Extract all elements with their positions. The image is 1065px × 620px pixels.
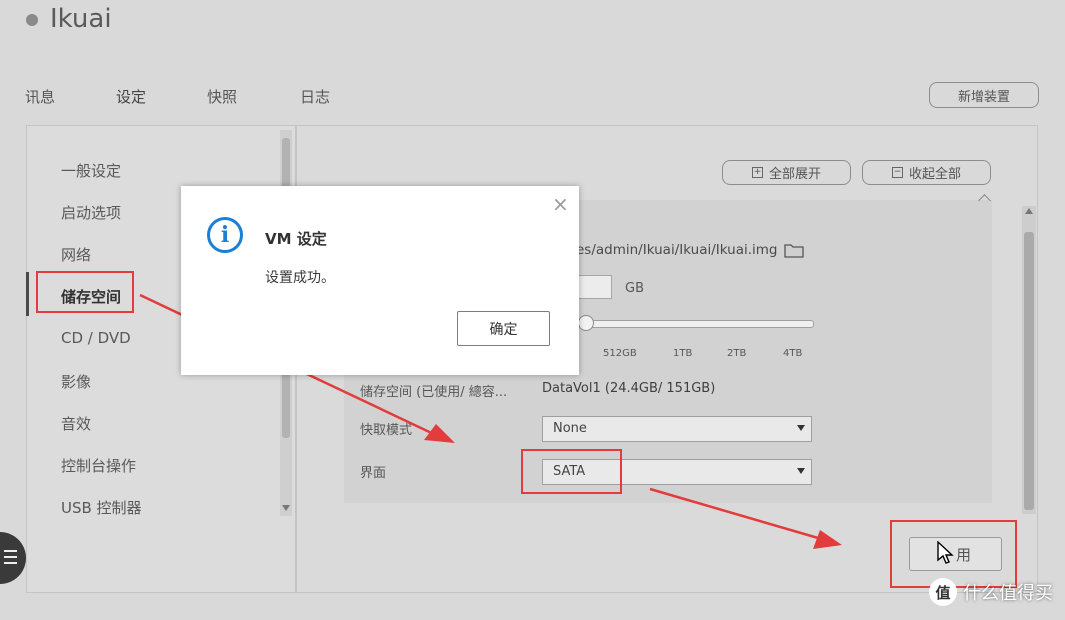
watermark-logo: 值 bbox=[929, 578, 957, 606]
watermark: 值 什么值得买 bbox=[929, 578, 1053, 606]
vm-settings-dialog bbox=[181, 186, 579, 375]
ok-button[interactable]: 确定 bbox=[457, 311, 550, 346]
annotation-arrow-2 bbox=[649, 487, 826, 542]
annotation-arrowhead-1 bbox=[424, 424, 455, 443]
close-icon[interactable]: × bbox=[552, 194, 569, 214]
watermark-text: 什么值得买 bbox=[963, 583, 1053, 604]
dialog-message: 设置成功。 bbox=[265, 270, 335, 286]
info-icon: i bbox=[207, 217, 243, 253]
dialog-title: VM 设定 bbox=[265, 230, 327, 248]
annotation-arrowhead-2 bbox=[813, 530, 842, 549]
